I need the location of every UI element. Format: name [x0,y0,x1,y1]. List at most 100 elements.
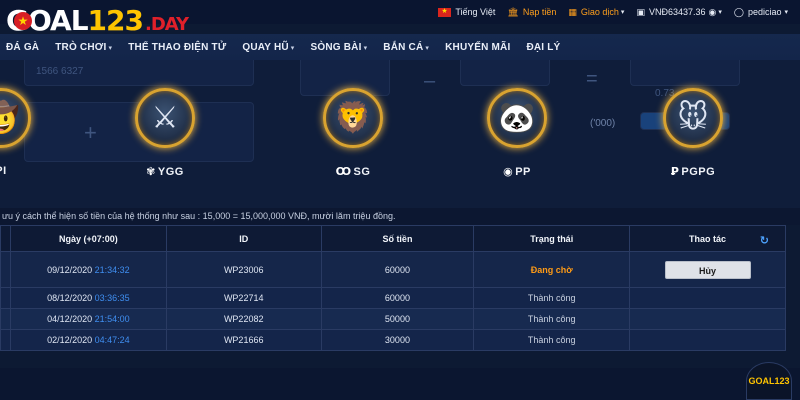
cancel-button[interactable]: Hủy [664,260,751,279]
row-spacer [0,251,11,288]
nav-item[interactable]: ĐẠI LÝ [526,42,560,53]
game-provider-tile[interactable]: 🦁 Ꝏ SG [288,70,418,200]
transactions-icon: ▦ [568,6,577,17]
row-id: WP22714 [165,287,322,309]
provider-label: Ꝏ SG [288,165,418,178]
nav-item-label: ĐẠI LÝ [526,41,561,53]
wallet-icon: ▣ [636,6,645,17]
deposit-label: Nạp tiền [522,7,557,17]
page-bottom [0,368,800,400]
refresh-icon[interactable]: ↻ [760,234,769,247]
game-provider-strip: 1566 6327 + – = 0.73 ('000) 🤠PI⚔✾YGG🦁ꝎSG… [0,60,800,208]
row-date: 09/12/2020 [47,264,93,275]
status-text: Đang chờ [530,264,573,275]
row-actions: Hủy [629,251,786,288]
row-amount: 30000 [320,329,475,351]
cowboy-figure-icon: 🤠 [0,101,20,135]
row-datetime: 02/12/2020 04:47:24 [9,329,167,351]
chevron-down-icon: ▾ [425,44,430,52]
row-status: Thành công [473,329,631,351]
nav-item-label: THỂ THAO ĐIỆN TỬ [128,41,227,53]
language-selector[interactable]: Tiếng Việt [438,7,495,17]
plus-icon: + [84,120,97,145]
nav-item[interactable]: SÒNG BÀI ▾ [311,42,368,53]
table-row: 08/12/2020 03:36:35 WP22714 60000 Thành côn… [0,287,786,309]
table-header-status: Trạng thái [473,225,631,252]
game-provider-tile[interactable]: 🤠 PI [0,70,66,200]
provider-mark-icon: Ꝑ [670,166,680,178]
warrior-woman-icon: ⚔ [151,101,179,135]
chevron-down-icon: ▾ [290,44,295,52]
nav-item-label: BẮN CÁ [383,41,424,53]
table-header-id: ID [165,225,322,252]
game-provider-tile[interactable]: 🐼 ◉ PP [452,70,582,200]
row-status: Thành công [473,287,631,309]
row-amount: 60000 [320,287,475,309]
nav-item[interactable]: THỂ THAO ĐIỆN TỬ [128,42,226,53]
nav-item-label: KHUYẾN MÃI [445,41,511,53]
row-id: WP21666 [165,329,322,351]
nav-item[interactable]: QUAY HŨ ▾ [242,42,294,53]
provider-name: PI [0,165,7,177]
row-datetime: 08/12/2020 03:36:35 [9,287,167,309]
nav-item[interactable]: KHUYẾN MÃI [445,42,510,53]
provider-name: PP [515,166,531,178]
chevron-down-icon: ▾ [363,44,368,52]
table-header-date: Ngày (+07:00) [9,225,167,252]
user-menu[interactable]: ◯ pediciao ▾ [734,7,788,18]
row-date: 08/12/2020 [47,293,93,303]
lion-warrior-icon: 🦁 [334,101,372,135]
provider-mark-icon: ✾ [146,166,156,178]
row-spacer [0,287,11,309]
row-datetime: 04/12/2020 21:54:00 [9,308,167,330]
row-id: WP23006 [165,251,322,288]
balance-display[interactable]: ▣ VNĐ63437.36 ◉ ▾ [636,7,721,18]
chevron-down-icon: ▾ [784,9,788,16]
equals-icon: = [586,68,598,90]
game-provider-tile[interactable]: ⚔ ✾ YGG [100,70,230,200]
status-text: Thành công [527,293,576,303]
row-datetime: 09/12/2020 21:34:32 [9,251,167,288]
provider-label: ◉ PP [452,165,582,178]
row-status: Thành công [473,308,631,330]
transactions-link[interactable]: ▦ Giao dịch ▾ [568,7,624,18]
provider-badge: 🤠 [0,88,31,148]
row-time: 21:54:00 [94,314,130,324]
bank-icon: 🏛 [507,6,519,17]
row-time: 03:36:35 [94,293,130,303]
nav-item[interactable]: TRÒ CHƠI ▾ [55,42,112,53]
nav-item[interactable]: BẮN CÁ ▾ [383,42,429,53]
minus-icon: – [424,70,436,92]
table-row: 04/12/2020 21:54:00 WP22082 50000 Thành côn… [0,308,786,330]
provider-mark-icon: ◉ [503,166,514,178]
provider-label: ✾ YGG [100,165,230,178]
chevron-down-icon: ▾ [108,44,113,52]
amount-format-notice: ưu ý cách thể hiện số tiền của hệ thống … [0,208,800,225]
row-actions [629,329,786,351]
table-header-blank [0,225,11,252]
row-actions [629,287,786,309]
balance-value: VNĐ63437.36 [648,7,706,17]
deposit-link[interactable]: 🏛 Nạp tiền [507,7,556,18]
brand-floating-badge[interactable]: GOAL123 [746,362,792,400]
row-date: 02/12/2020 [47,335,93,345]
row-status: Đang chờ [473,251,631,288]
logo-star-icon: ★ [14,12,32,30]
provider-badge: ⚔ [135,88,195,148]
deposit-history-table: Ngày (+07:00) ID Số tiền Trạng thái Thao… [0,225,786,351]
game-provider-tile[interactable]: 🐭 Ꝑ PGPG [628,70,758,200]
eye-icon[interactable]: ◉ [709,7,717,18]
row-actions [629,308,786,330]
row-spacer [0,308,11,330]
nav-item-label: SÒNG BÀI [310,41,362,53]
transactions-label: Giao dịch [580,7,619,17]
row-time: 04:47:24 [94,335,130,345]
nav-item-label: QUAY HŨ [242,41,289,53]
nav-item-label: ĐÁ GÀ [6,41,40,53]
table-header-actions: Thao tác ↻ [629,225,786,252]
provider-name: SG [353,166,371,178]
user-icon: ◯ [733,6,744,17]
brand-logo[interactable]: GOAL 123 .DAY [6,4,189,38]
status-text: Thành công [527,314,576,324]
nav-item[interactable]: ĐÁ GÀ [6,42,39,53]
